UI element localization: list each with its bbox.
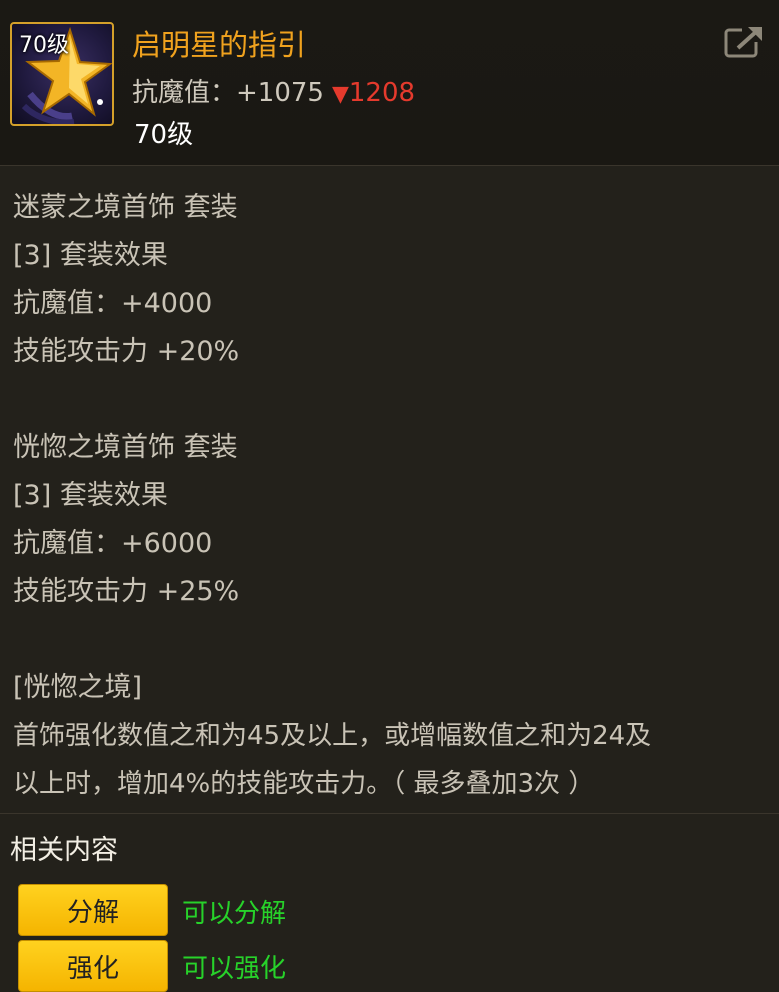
section-divider xyxy=(0,813,779,814)
set-stat: 技能攻击力 +25% xyxy=(13,576,240,607)
resist-value: +1075 xyxy=(236,78,324,108)
set-stat: 抗魔值：+4000 xyxy=(13,288,213,319)
special-effect-text: 首饰强化数值之和为45及以上，或增幅数值之和为24及 xyxy=(13,721,652,751)
decrease-arrow-icon: ▼ xyxy=(331,82,349,107)
enhance-status: 可以强化 xyxy=(182,954,287,984)
set-stat: 抗魔值：+6000 xyxy=(13,528,213,559)
set-name: 恍惚之境首饰 套装 xyxy=(13,432,238,463)
related-content-title: 相关内容 xyxy=(10,835,118,866)
share-icon[interactable] xyxy=(724,24,764,60)
item-header: 70级 启明星的指引 抗魔值：+1075 ▼1208 70级 xyxy=(0,0,779,166)
set-count-label: [3] 套装效果 xyxy=(13,240,168,271)
disassemble-status: 可以分解 xyxy=(182,899,287,929)
set-name: 迷蒙之境首饰 套装 xyxy=(13,192,238,223)
resist-stat: 抗魔值：+1075 ▼1208 xyxy=(132,72,415,109)
set-stat: 技能攻击力 +20% xyxy=(13,336,240,367)
required-level: 70级 xyxy=(134,120,194,150)
set-count-label: [3] 套装效果 xyxy=(13,480,168,511)
item-name: 启明星的指引 xyxy=(132,28,307,62)
item-level-badge: 70级 xyxy=(19,33,69,58)
resist-compare-value: 1208 xyxy=(348,78,416,108)
disassemble-button[interactable]: 分解 xyxy=(18,884,168,936)
special-effect-text: 以上时，增加4%的技能攻击力。（ 最多叠加3次 ） xyxy=(13,769,595,799)
resist-label: 抗魔值： xyxy=(132,78,237,108)
item-description: 迷蒙之境首饰 套装 [3] 套装效果 抗魔值：+4000 技能攻击力 +20% … xyxy=(13,184,763,808)
item-icon-frame[interactable]: 70级 xyxy=(10,22,114,126)
special-effect-title: [恍惚之境] xyxy=(13,672,143,703)
enhance-button[interactable]: 强化 xyxy=(18,940,168,992)
